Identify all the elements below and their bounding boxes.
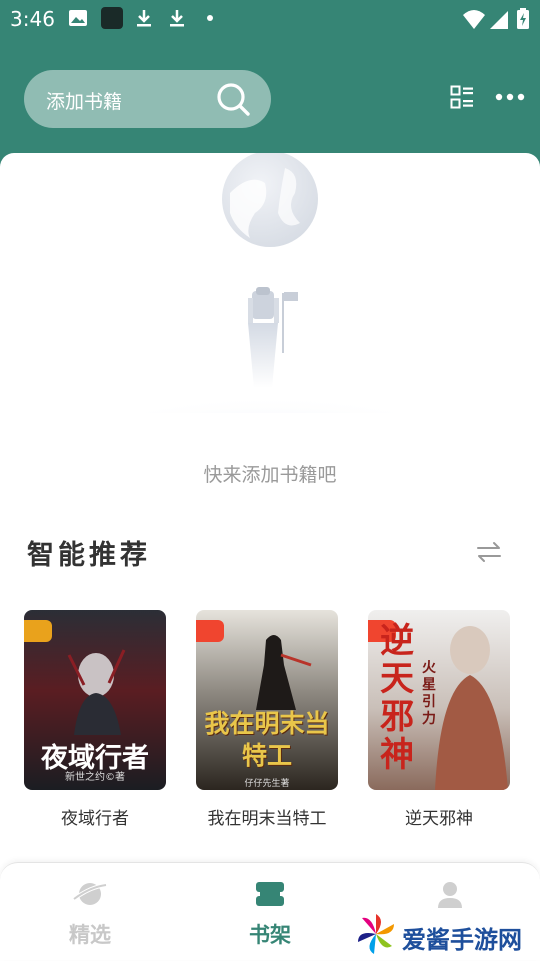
toolbar: 添加书籍 bbox=[0, 36, 540, 156]
empty-shelf-text: 快来添加书籍吧 bbox=[203, 464, 337, 486]
empty-shelf-illustration bbox=[40, 153, 500, 413]
book-cover-3[interactable]: 逆天邪神 火星引力 bbox=[368, 610, 510, 790]
nav-label-bookshelf: 书架 bbox=[249, 922, 291, 947]
shelf-card: 快来添加书籍吧 智能推荐 夜域行者 新世之约©著 夜域行者 我在明末当特工 仔仔… bbox=[0, 153, 540, 863]
search-placeholder: 添加书籍 bbox=[46, 91, 123, 113]
book-card-1[interactable]: 夜域行者 新世之约©著 夜域行者 bbox=[24, 610, 166, 829]
cover-author-2: 仔仔先生著 bbox=[244, 779, 290, 789]
status-time: 3:46 bbox=[10, 7, 55, 31]
app-icon bbox=[101, 7, 123, 29]
watermark-text: 爱酱手游网 bbox=[402, 926, 522, 954]
book-badge bbox=[196, 620, 224, 642]
book-title-1[interactable]: 夜域行者 bbox=[24, 804, 166, 829]
nav-item-bookshelf[interactable]: 书架 bbox=[180, 863, 360, 961]
cover-title-3: 逆天邪神 bbox=[380, 621, 414, 775]
recommend-title: 智能推荐 bbox=[27, 540, 151, 571]
book-cover-1[interactable]: 夜域行者 新世之约©著 bbox=[24, 610, 166, 790]
battery-icon bbox=[517, 8, 529, 29]
book-card-2[interactable]: 我在明末当特工 仔仔先生著 我在明末当特工 bbox=[196, 610, 338, 829]
search-icon[interactable] bbox=[215, 81, 251, 117]
book-title-3[interactable]: 逆天邪神 bbox=[368, 804, 510, 829]
signal-icon bbox=[490, 11, 508, 29]
cover-figure bbox=[435, 626, 508, 790]
cover-figure bbox=[256, 635, 312, 710]
book-title-2[interactable]: 我在明末当特工 bbox=[196, 804, 338, 829]
cover-author-1: 新世之约©著 bbox=[65, 772, 125, 783]
refresh-swap-icon[interactable] bbox=[475, 540, 503, 564]
cover-sub-3: 火星引力 bbox=[422, 660, 436, 727]
notification-dot-icon bbox=[207, 15, 213, 21]
search-bar[interactable]: 添加书籍 bbox=[24, 70, 271, 128]
status-bar: 3:46 bbox=[0, 0, 540, 36]
user-icon bbox=[438, 882, 462, 908]
pinwheel-logo-icon bbox=[358, 914, 394, 954]
download-icon-2 bbox=[170, 10, 184, 27]
cover-figure bbox=[67, 649, 126, 735]
watermark: 爱酱手游网 bbox=[350, 908, 540, 960]
download-icon bbox=[137, 10, 151, 27]
wifi-icon bbox=[463, 10, 485, 29]
list-view-icon[interactable] bbox=[450, 85, 474, 109]
book-badge bbox=[24, 620, 52, 642]
nav-label-featured: 精选 bbox=[69, 922, 111, 947]
bookshelf-icon bbox=[256, 882, 284, 906]
planet-icon bbox=[72, 883, 107, 905]
nav-item-featured[interactable]: 精选 bbox=[0, 863, 180, 961]
image-icon bbox=[69, 10, 87, 26]
book-card-3[interactable]: 逆天邪神 火星引力 逆天邪神 bbox=[368, 610, 510, 829]
cover-title-2: 我在明末当特工 bbox=[204, 709, 330, 770]
book-cover-2[interactable]: 我在明末当特工 仔仔先生著 bbox=[196, 610, 338, 790]
more-icon[interactable] bbox=[495, 92, 525, 102]
